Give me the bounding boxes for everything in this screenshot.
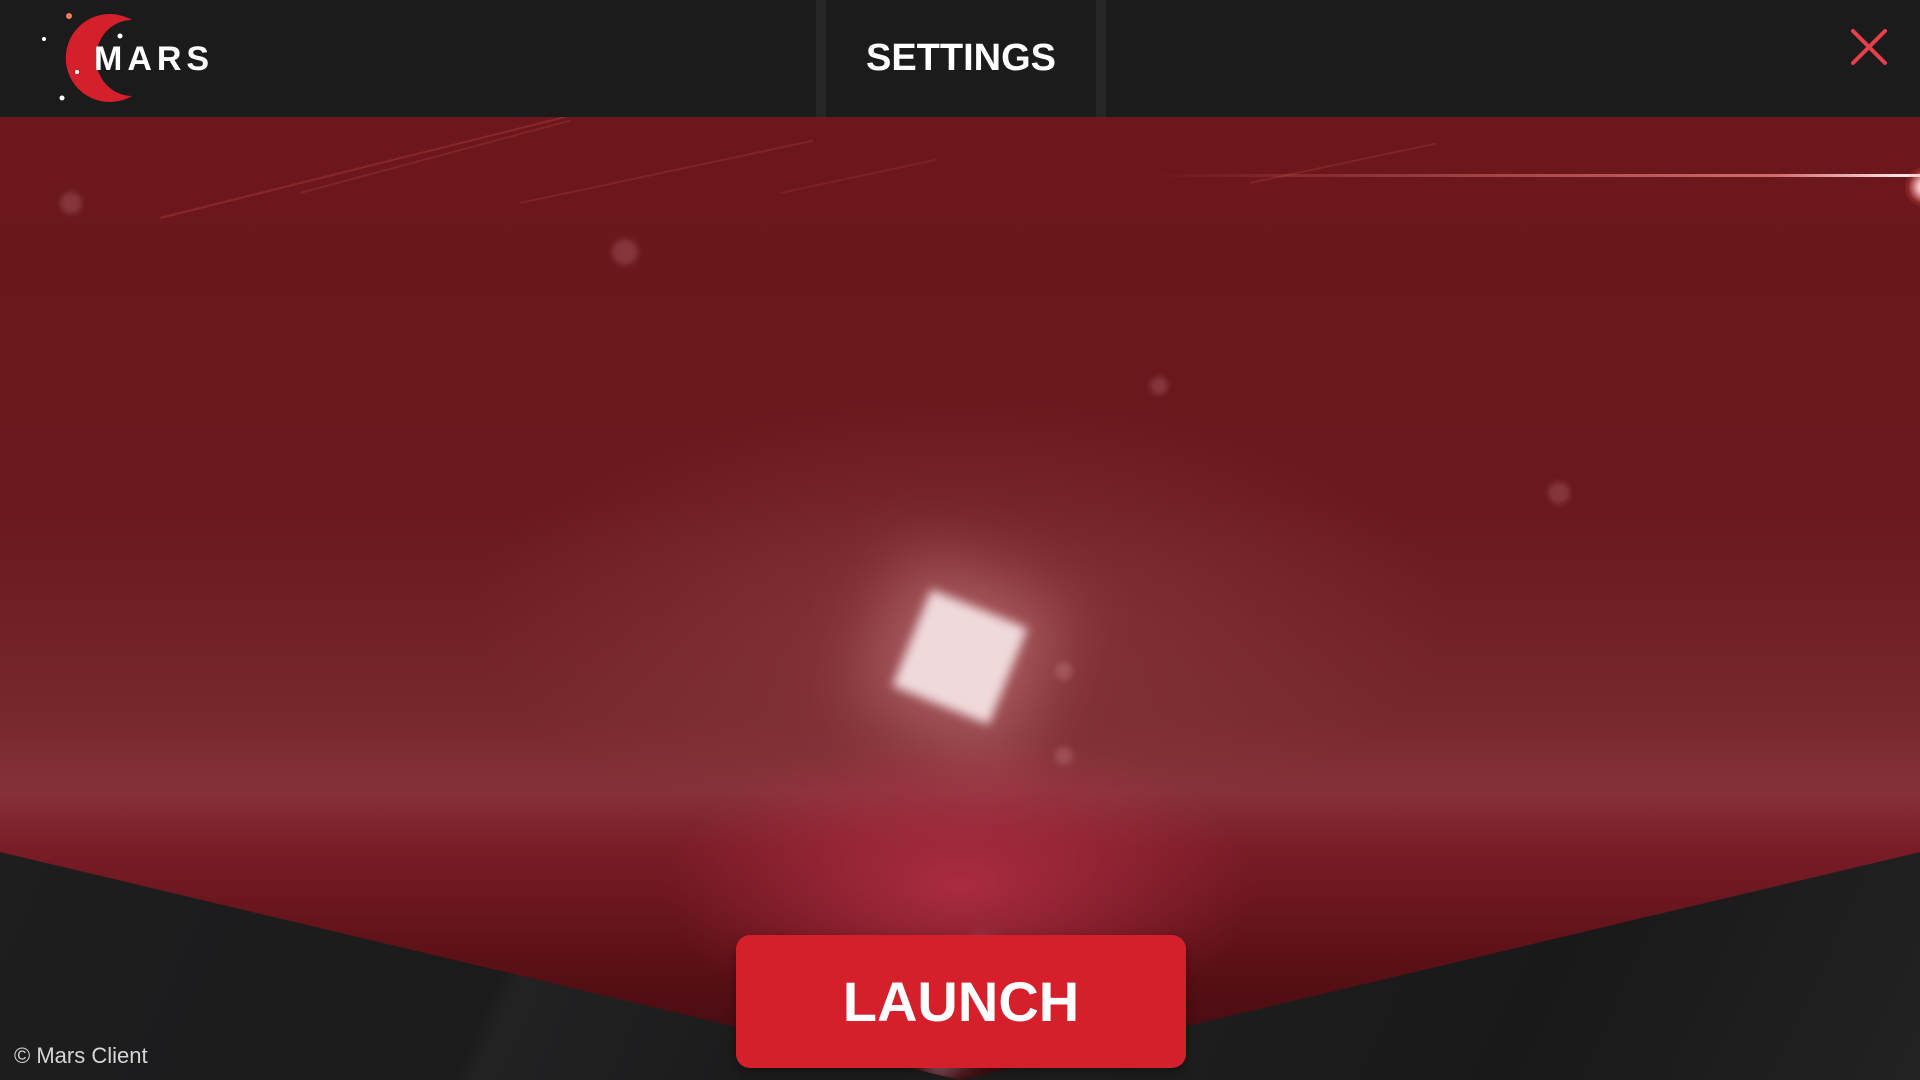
light-streak bbox=[779, 158, 937, 194]
tab-settings[interactable]: SETTINGS bbox=[826, 0, 1096, 117]
copyright-text: © Mars Client bbox=[14, 1043, 148, 1068]
particle bbox=[1055, 662, 1073, 680]
particle bbox=[1548, 482, 1570, 504]
light-streak bbox=[519, 139, 814, 204]
top-bar: MARS SETTINGS bbox=[0, 0, 1920, 117]
particle bbox=[612, 239, 638, 265]
tab-divider-right bbox=[1096, 0, 1106, 117]
close-icon bbox=[1851, 29, 1887, 65]
launcher-window: MARS SETTINGS LAUNCH © Mars Client bbox=[0, 0, 1920, 1080]
lens-flare-line bbox=[1150, 174, 1920, 177]
particle bbox=[1150, 377, 1168, 395]
glowing-cube bbox=[892, 589, 1028, 725]
logo-text: MARS bbox=[94, 40, 215, 78]
particle bbox=[60, 192, 82, 214]
light-streak bbox=[1249, 142, 1437, 184]
particle bbox=[1055, 747, 1073, 765]
light-streak bbox=[159, 117, 568, 219]
mars-logo: MARS bbox=[40, 10, 240, 105]
tab-divider-left bbox=[816, 0, 826, 117]
close-button[interactable] bbox=[1848, 26, 1890, 68]
launch-button[interactable]: LAUNCH bbox=[736, 935, 1186, 1068]
light-streak bbox=[299, 119, 571, 194]
